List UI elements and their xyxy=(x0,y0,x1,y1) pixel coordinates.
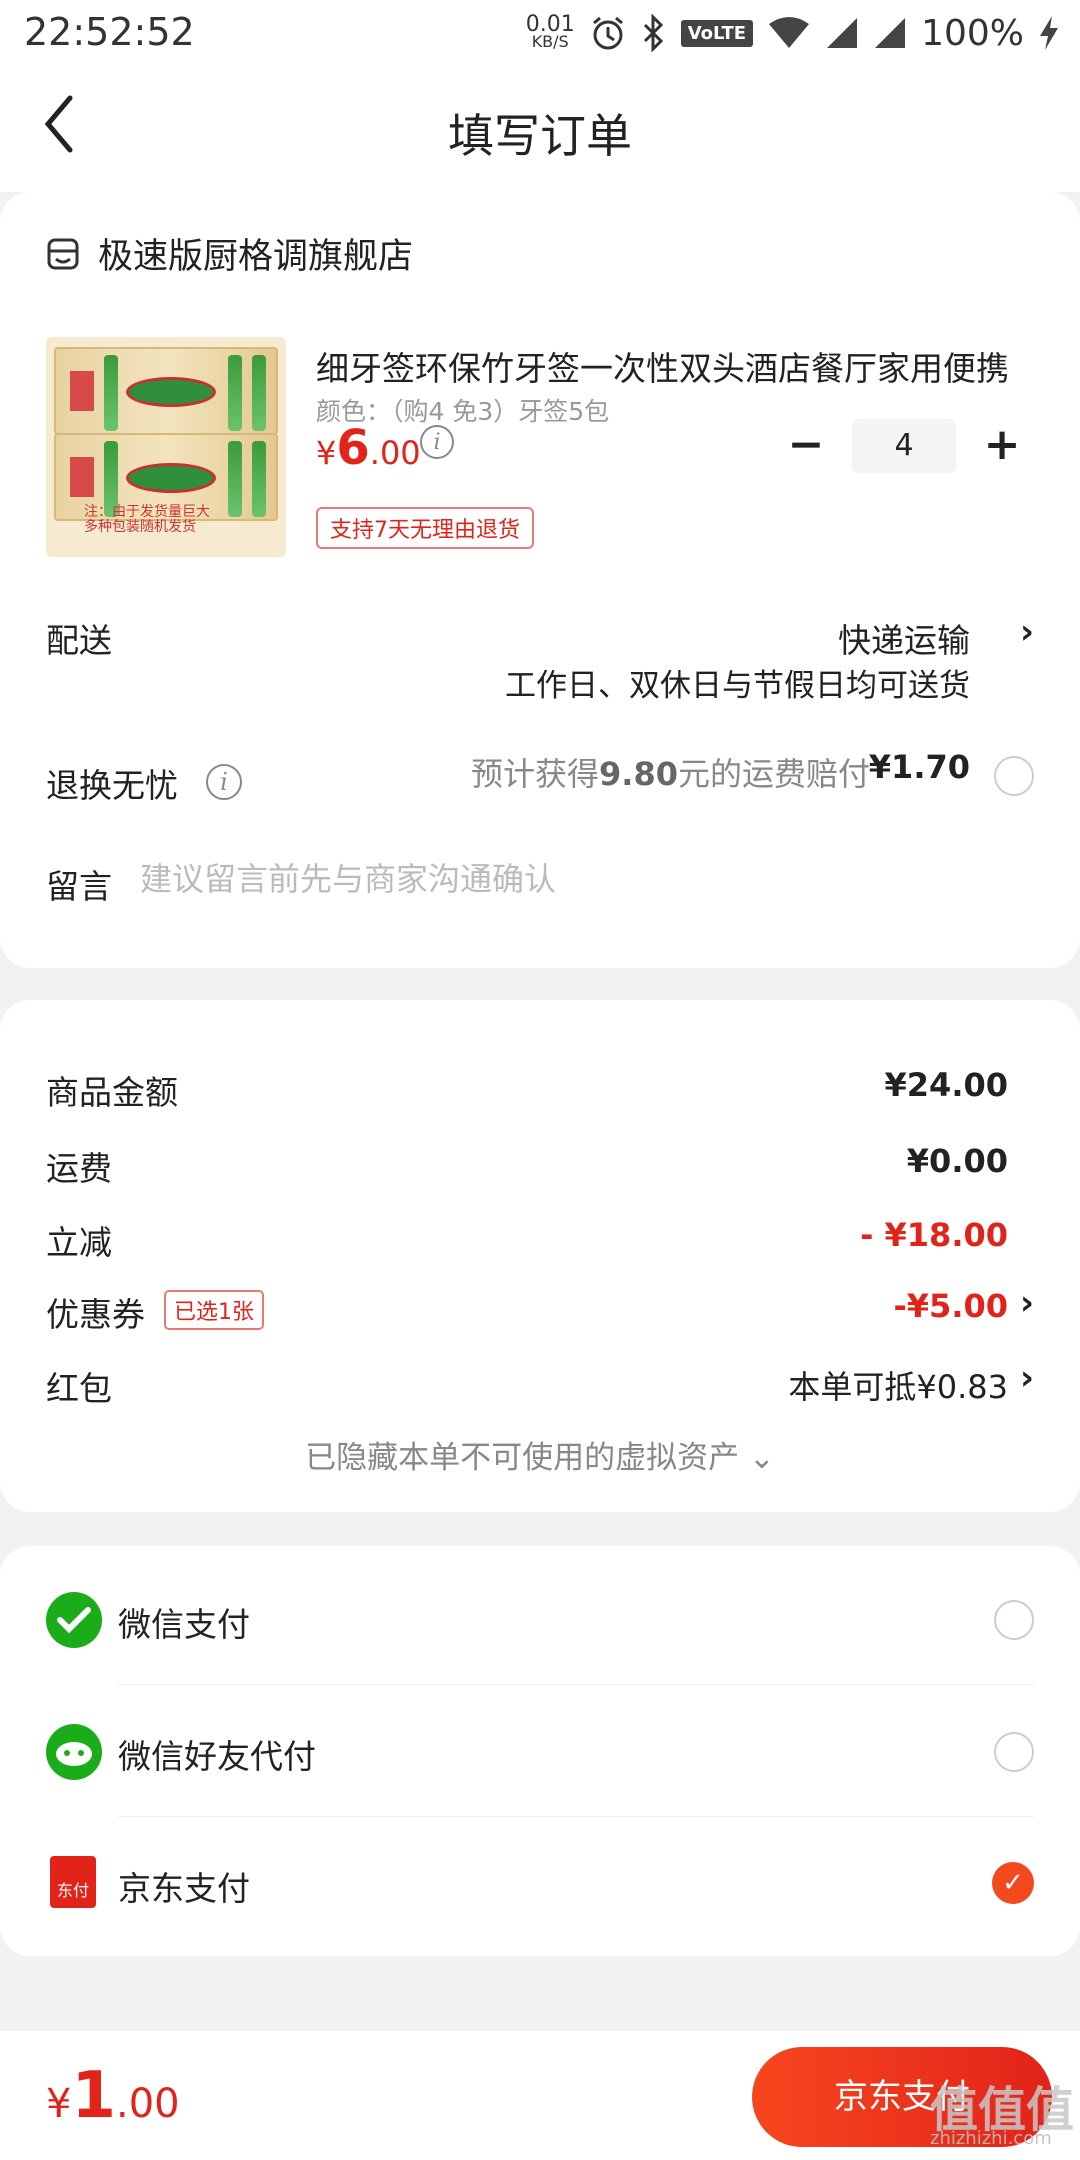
return-free-prefix: 预计获得 xyxy=(471,755,600,793)
payment-name: 微信好友代付 xyxy=(118,1737,316,1776)
product-image[interactable]: 注：由于发货量巨大 多种包装随机发货 xyxy=(46,337,286,557)
signal-icon-2 xyxy=(875,18,906,48)
price-info-icon[interactable]: i xyxy=(420,425,454,459)
jd-pay-radio-checked[interactable]: ✓ xyxy=(992,1862,1034,1904)
network-speed-unit: KB/S xyxy=(531,32,569,51)
wechat-pay-icon xyxy=(46,1592,102,1648)
decrease-button[interactable]: − xyxy=(778,418,834,474)
return-free-radio[interactable] xyxy=(994,756,1034,796)
shipping-description: 工作日、双休日与节假日均可送货 xyxy=(505,668,970,704)
bamboo-graphic xyxy=(228,441,242,517)
charging-icon xyxy=(1040,16,1058,50)
wifi-icon xyxy=(769,17,810,48)
product-price: ¥6.00 xyxy=(316,420,421,476)
price-decimal: .00 xyxy=(369,434,421,472)
freight-value: ¥0.00 xyxy=(906,1142,1008,1180)
coupon-selected-badge: 已选1张 xyxy=(164,1290,264,1330)
pack-label xyxy=(70,371,94,411)
signal-icon-1 xyxy=(827,18,858,48)
bamboo-graphic xyxy=(104,355,118,431)
jd-pay-icon-text: 东付 xyxy=(56,1881,89,1900)
checkout-bar: ¥1.00 京东支付 xyxy=(0,2030,1080,2160)
hidden-assets-toggle[interactable]: 已隐藏本单不可使用的虚拟资产 ⌄ xyxy=(0,1432,1080,1477)
volte-badge: VoLTE xyxy=(680,19,754,47)
coupon-label: 优惠券 xyxy=(46,1295,145,1334)
status-time: 22:52:52 xyxy=(24,10,195,54)
store-name: 极速版厨格调旗舰店 xyxy=(98,237,414,277)
store-icon xyxy=(47,238,79,269)
total-decimal: .00 xyxy=(115,2081,180,2127)
page-header: 填写订单 xyxy=(0,64,1080,192)
bamboo-graphic xyxy=(228,355,242,431)
watermark-url: zhizhizhi.com xyxy=(930,2128,1052,2149)
return-free-suffix: 元的运费赔付 xyxy=(677,755,870,793)
message-input-wrap xyxy=(140,860,1020,898)
pack-label xyxy=(70,457,94,497)
return-free-info-icon[interactable]: i xyxy=(206,764,242,800)
wechat-pay-radio[interactable] xyxy=(994,1600,1034,1640)
network-speed: 0.01 KB/S xyxy=(525,12,575,51)
return-free-text: 预计获得9.80元的运费赔付 xyxy=(471,749,870,795)
total-price: ¥1.00 xyxy=(46,2059,180,2133)
wechat-friend-pay-radio[interactable] xyxy=(994,1732,1034,1772)
total-integer: 1 xyxy=(71,2059,116,2133)
quantity-stepper: − 4 + xyxy=(778,418,1030,474)
jd-pay-icon: 东付 xyxy=(50,1856,96,1908)
shipping-chevron-icon[interactable]: › xyxy=(1020,612,1034,652)
return-free-amount: 9.80 xyxy=(599,755,678,793)
wechat-friend-pay-icon xyxy=(46,1724,102,1780)
return-free-price: ¥1.70 xyxy=(868,748,970,786)
payment-name: 微信支付 xyxy=(118,1605,250,1644)
coupon-chevron-icon[interactable]: › xyxy=(1020,1283,1034,1323)
bamboo-graphic xyxy=(252,441,266,517)
alarm-icon xyxy=(592,16,623,50)
image-note-line-2: 多种包装随机发货 xyxy=(84,519,196,535)
message-label: 留言 xyxy=(46,867,112,906)
bamboo-graphic xyxy=(252,355,266,431)
discount-value: - ¥18.00 xyxy=(860,1216,1008,1254)
pack-logo xyxy=(126,463,216,493)
shipping-label: 配送 xyxy=(46,621,112,660)
order-card: 极速版厨格调旗舰店 注：由于发货量巨大 多种包装随机发货 细牙签环保竹牙签一次性… xyxy=(0,192,1080,968)
increase-button[interactable]: + xyxy=(974,418,1030,474)
product-pack-1 xyxy=(54,347,278,435)
goods-amount-label: 商品金额 xyxy=(46,1073,178,1112)
red-packet-label: 红包 xyxy=(46,1369,112,1408)
price-currency: ¥ xyxy=(316,434,337,472)
red-packet-value[interactable]: 本单可抵¥0.83 xyxy=(788,1362,1008,1408)
battery-percent: 100% xyxy=(921,12,1024,54)
image-note-line-1: 注：由于发货量巨大 xyxy=(84,504,210,520)
product-image-note: 注：由于发货量巨大 多种包装随机发货 xyxy=(84,505,210,535)
total-currency: ¥ xyxy=(46,2081,72,2127)
pack-logo xyxy=(126,377,216,407)
coupon-value[interactable]: -¥5.00 xyxy=(894,1287,1009,1325)
freight-label: 运费 xyxy=(46,1149,112,1188)
quantity-value[interactable]: 4 xyxy=(852,419,956,473)
discount-label: 立减 xyxy=(46,1223,112,1262)
bluetooth-icon xyxy=(643,14,663,52)
network-speed-value: 0.01 xyxy=(525,12,575,37)
return-free-label: 退换无忧 xyxy=(46,766,178,805)
payment-divider xyxy=(118,1684,1034,1685)
goods-amount-value: ¥24.00 xyxy=(884,1066,1008,1104)
message-input[interactable] xyxy=(140,860,1020,898)
page-title: 填写订单 xyxy=(448,109,632,163)
payment-divider xyxy=(118,1816,1034,1817)
status-icons: 0.01 KB/S VoLTE 100% xyxy=(526,8,1060,58)
red-packet-chevron-icon[interactable]: › xyxy=(1020,1358,1034,1398)
product-title[interactable]: 细牙签环保竹牙签一次性双头酒店餐厅家用便携 xyxy=(316,342,1036,390)
payment-name: 京东支付 xyxy=(118,1869,250,1908)
return-policy-badge: 支持7天无理由退货 xyxy=(316,507,534,549)
shipping-method[interactable]: 快递运输 xyxy=(838,614,970,662)
store-row[interactable]: 极速版厨格调旗舰店 xyxy=(46,228,413,279)
price-integer: 6 xyxy=(336,420,370,476)
status-bar: 22:52:52 0.01 KB/S VoLTE 100% xyxy=(0,0,1080,64)
